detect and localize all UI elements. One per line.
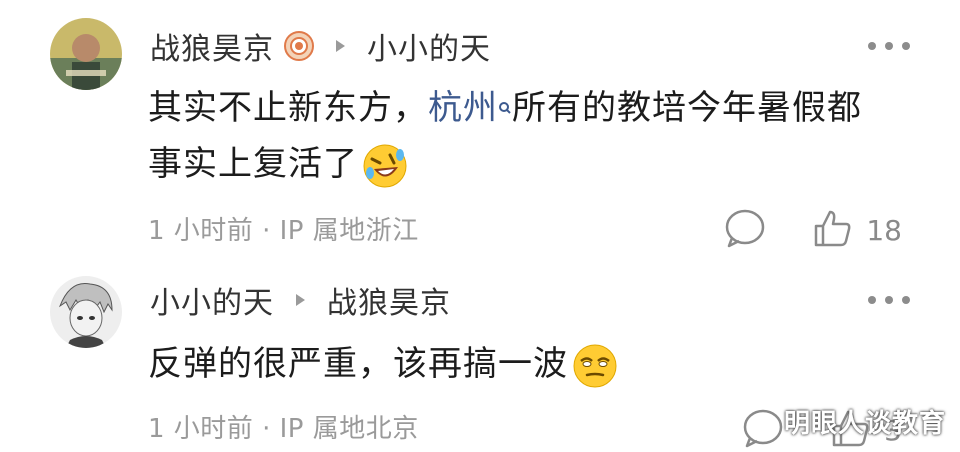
dot-icon [868,42,876,50]
reply-comment-icon[interactable] [724,208,766,252]
more-options-button[interactable] [868,296,910,304]
comment-content-line2: 事实上复活了 [148,136,408,192]
like-icon[interactable] [812,208,852,252]
reply-to-username[interactable]: 战狼昊京 [327,278,451,322]
topic-link[interactable]: 杭州 [428,88,498,128]
avatar[interactable] [50,18,122,90]
smug-emoji-icon [572,343,618,389]
comment-text: 反弹的很严重，该再搞一波 [148,344,568,384]
search-icon [498,82,512,114]
avatar[interactable] [50,276,122,348]
like-count: 18 [866,213,902,247]
comment-item: 战狼昊京 小小的天 其实不止新东方，杭州 所有的教培今年暑假都 事实上复活了 1… [0,0,960,260]
rofl-emoji-icon [362,143,408,189]
comment-text: 其实不止新东方， [148,88,428,128]
dot-icon [868,296,876,304]
comment-username[interactable]: 小小的天 [150,278,274,322]
dot-icon [902,42,910,50]
comment-meta: 1 小时前 · IP 属地北京 [148,414,419,444]
comment-actions: 18 [724,208,902,252]
dot-icon [885,296,893,304]
dot-icon [885,42,893,50]
watermark: 明眼人谈教育 [783,409,946,439]
reply-to-username[interactable]: 小小的天 [367,24,491,68]
dot-icon [902,296,910,304]
fan-badge-icon [284,31,314,61]
reply-arrow-icon [296,294,305,306]
comment-meta: 1 小时前 · IP 属地浙江 [148,216,419,246]
reply-comment-icon[interactable] [742,408,784,452]
comment-content: 反弹的很严重，该再搞一波 [148,336,618,392]
comment-content: 其实不止新东方，杭州 所有的教培今年暑假都 [148,80,862,136]
reply-arrow-icon [336,40,345,52]
comment-username[interactable]: 战狼昊京 [150,24,274,68]
comment-text: 事实上复活了 [148,144,358,184]
more-options-button[interactable] [868,42,910,50]
comment-text: 所有的教培今年暑假都 [512,88,862,128]
